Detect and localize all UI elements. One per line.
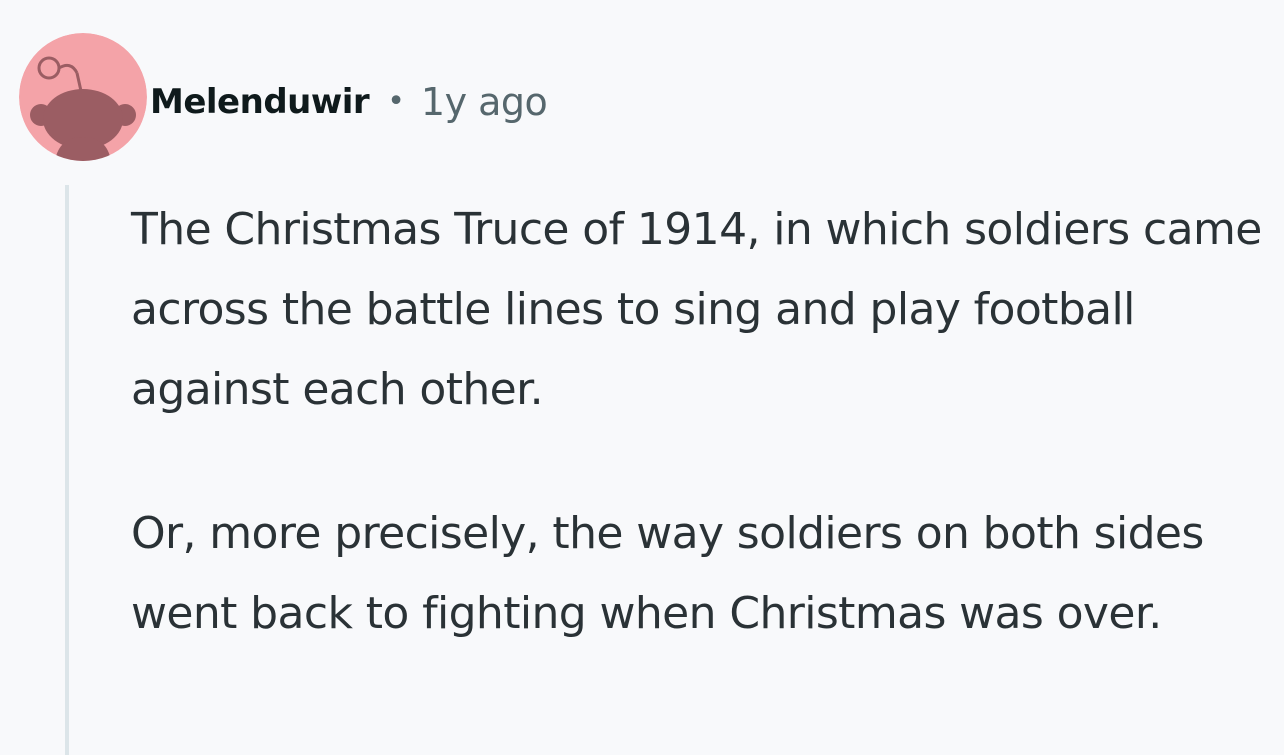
comment-body: The Christmas Truce of 1914, in which so…: [131, 190, 1281, 654]
separator-dot: •: [387, 84, 405, 119]
comment: Melenduwir • 1y ago The Christmas Truce …: [0, 0, 1284, 755]
reddit-snoo-avatar-icon: [19, 33, 147, 161]
avatar[interactable]: [19, 33, 147, 161]
comment-header: Melenduwir • 1y ago: [150, 74, 548, 130]
thread-line[interactable]: [65, 185, 69, 755]
comment-paragraph: The Christmas Truce of 1914, in which so…: [131, 204, 1262, 415]
timestamp[interactable]: 1y ago: [421, 80, 548, 124]
username-link[interactable]: Melenduwir: [150, 82, 370, 122]
comment-paragraph: Or, more precisely, the way soldiers on …: [131, 508, 1204, 639]
